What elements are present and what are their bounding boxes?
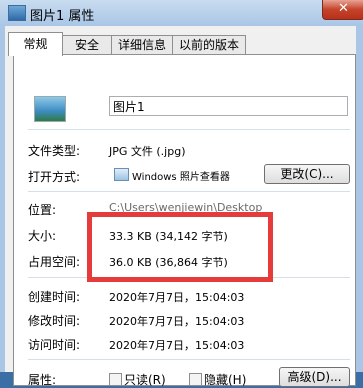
- close-button[interactable]: ✕: [322, 0, 363, 20]
- file-name-input[interactable]: 图片1: [109, 96, 348, 116]
- accessed-value: 2020年7月7日，15:04:03: [109, 339, 245, 352]
- readonly-checkbox[interactable]: [109, 373, 122, 386]
- title-bar: 图片1 属性 ✕: [0, 0, 363, 27]
- file-type-value: JPG 文件 (.jpg): [109, 145, 186, 158]
- size-label: 大小:: [28, 229, 57, 243]
- attributes-label: 属性:: [28, 373, 57, 387]
- divider: [28, 359, 350, 360]
- window-frame-right: [356, 26, 363, 372]
- modified-value: 2020年7月7日，15:04:03: [109, 315, 245, 328]
- created-label: 创建时间:: [28, 290, 81, 304]
- hidden-checkbox[interactable]: [189, 373, 202, 386]
- hidden-label[interactable]: 隐藏(H): [204, 371, 246, 388]
- accessed-label: 访问时间:: [28, 338, 81, 352]
- readonly-label[interactable]: 只读(R): [124, 371, 166, 388]
- image-thumbnail-icon: [34, 96, 66, 122]
- modified-label: 修改时间:: [28, 314, 81, 328]
- tab-security[interactable]: 安全: [62, 35, 112, 55]
- photo-viewer-icon: [114, 168, 129, 181]
- tab-previous-versions[interactable]: 以前的版本: [172, 35, 246, 55]
- open-with-value: Windows 照片查看器: [132, 172, 230, 183]
- divider: [28, 129, 350, 130]
- dialog-client-area: 常规 安全 详细信息 以前的版本 图片1 文件类型: JPG 文件 (.jpg)…: [5, 26, 356, 387]
- size-on-disk-label: 占用空间:: [28, 255, 81, 269]
- tab-general[interactable]: 常规: [8, 32, 63, 56]
- image-file-icon: [8, 5, 26, 21]
- general-tab-panel: 图片1 文件类型: JPG 文件 (.jpg) 打开方式: Windows 照片…: [13, 54, 356, 388]
- divider: [28, 191, 350, 192]
- highlight-box: [87, 212, 273, 282]
- location-label: 位置:: [28, 203, 57, 217]
- tab-details[interactable]: 详细信息: [111, 35, 173, 55]
- created-value: 2020年7月7日，15:04:03: [109, 291, 245, 304]
- window-title: 图片1 属性: [30, 9, 95, 24]
- open-with-label: 打开方式:: [28, 170, 81, 184]
- change-button[interactable]: 更改(C)...: [264, 164, 350, 184]
- file-type-label: 文件类型:: [28, 144, 81, 158]
- advanced-button[interactable]: 高级(D)...: [279, 367, 350, 387]
